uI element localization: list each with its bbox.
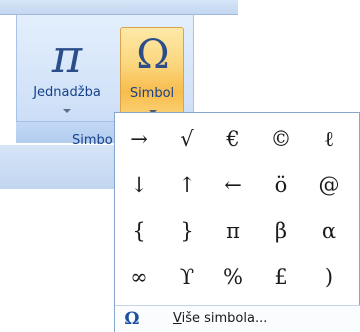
- symbol-cell[interactable]: ): [309, 257, 349, 297]
- symbol-cell[interactable]: →: [119, 119, 159, 159]
- symbol-cell[interactable]: ↓: [119, 165, 159, 205]
- symbol-cell[interactable]: ©: [261, 119, 301, 159]
- more-symbols-label: Više simbola...: [173, 311, 268, 326]
- equation-button[interactable]: π Jednadžba: [17, 31, 117, 121]
- omega-icon: Ω: [136, 32, 170, 78]
- symbol-cell[interactable]: £: [261, 257, 301, 297]
- symbol-cell[interactable]: β: [261, 211, 301, 251]
- symbol-cell[interactable]: ö: [261, 165, 301, 205]
- omega-icon: Ω: [124, 309, 140, 329]
- symbol-cell[interactable]: €: [213, 119, 253, 159]
- symbol-grid: → √ € © ℓ ↓ ↑ ← ö @ { } π β α ∞ ϒ % £ ): [119, 115, 360, 301]
- symbol-cell[interactable]: @: [309, 165, 349, 205]
- symbol-cell[interactable]: π: [213, 211, 253, 251]
- symbol-cell[interactable]: ∞: [119, 257, 159, 297]
- symbol-cell[interactable]: ϒ: [167, 257, 207, 297]
- ribbon-tab-strip: [0, 0, 238, 15]
- symbol-cell[interactable]: ↑: [167, 165, 207, 205]
- symbol-cell[interactable]: √: [167, 119, 207, 159]
- symbol-cell[interactable]: ℓ: [309, 119, 349, 159]
- symbol-cell[interactable]: {: [119, 211, 159, 251]
- pi-icon: π: [51, 29, 83, 83]
- symbol-cell[interactable]: ←: [213, 165, 253, 205]
- more-symbols-item[interactable]: Ω Više simbola...: [115, 305, 360, 332]
- symbol-button-label: Simbol: [129, 86, 175, 101]
- equation-button-label: Jednadžba: [33, 85, 101, 100]
- symbol-gallery-dropdown: → √ € © ℓ ↓ ↑ ← ö @ { } π β α ∞ ϒ % £ ) …: [114, 112, 360, 332]
- symbol-cell[interactable]: %: [213, 257, 253, 297]
- symbol-button[interactable]: Ω Simbol: [120, 27, 184, 121]
- symbol-cell[interactable]: α: [309, 211, 349, 251]
- chevron-down-icon: [63, 109, 71, 113]
- symbol-cell[interactable]: }: [167, 211, 207, 251]
